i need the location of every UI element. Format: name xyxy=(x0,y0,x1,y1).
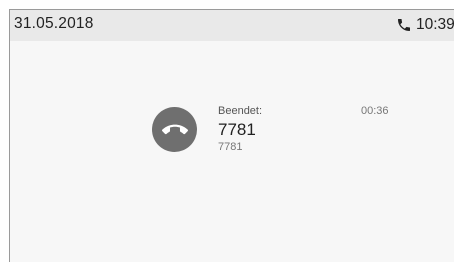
call-status: Beendet: xyxy=(218,105,263,117)
status-bar: 31.05.2018 10:39 xyxy=(10,10,454,41)
phone-icon xyxy=(396,17,412,33)
phone-screen: 31.05.2018 10:39 Beendet: 00:36 7781 778… xyxy=(9,9,454,262)
end-call-icon xyxy=(152,107,197,152)
call-number: 7781 xyxy=(218,141,243,153)
call-name: 7781 xyxy=(218,120,256,139)
call-duration: 00:36 xyxy=(361,105,389,117)
status-time: 10:39 xyxy=(416,16,454,33)
status-right: 10:39 xyxy=(396,15,454,35)
status-date: 31.05.2018 xyxy=(14,15,94,32)
